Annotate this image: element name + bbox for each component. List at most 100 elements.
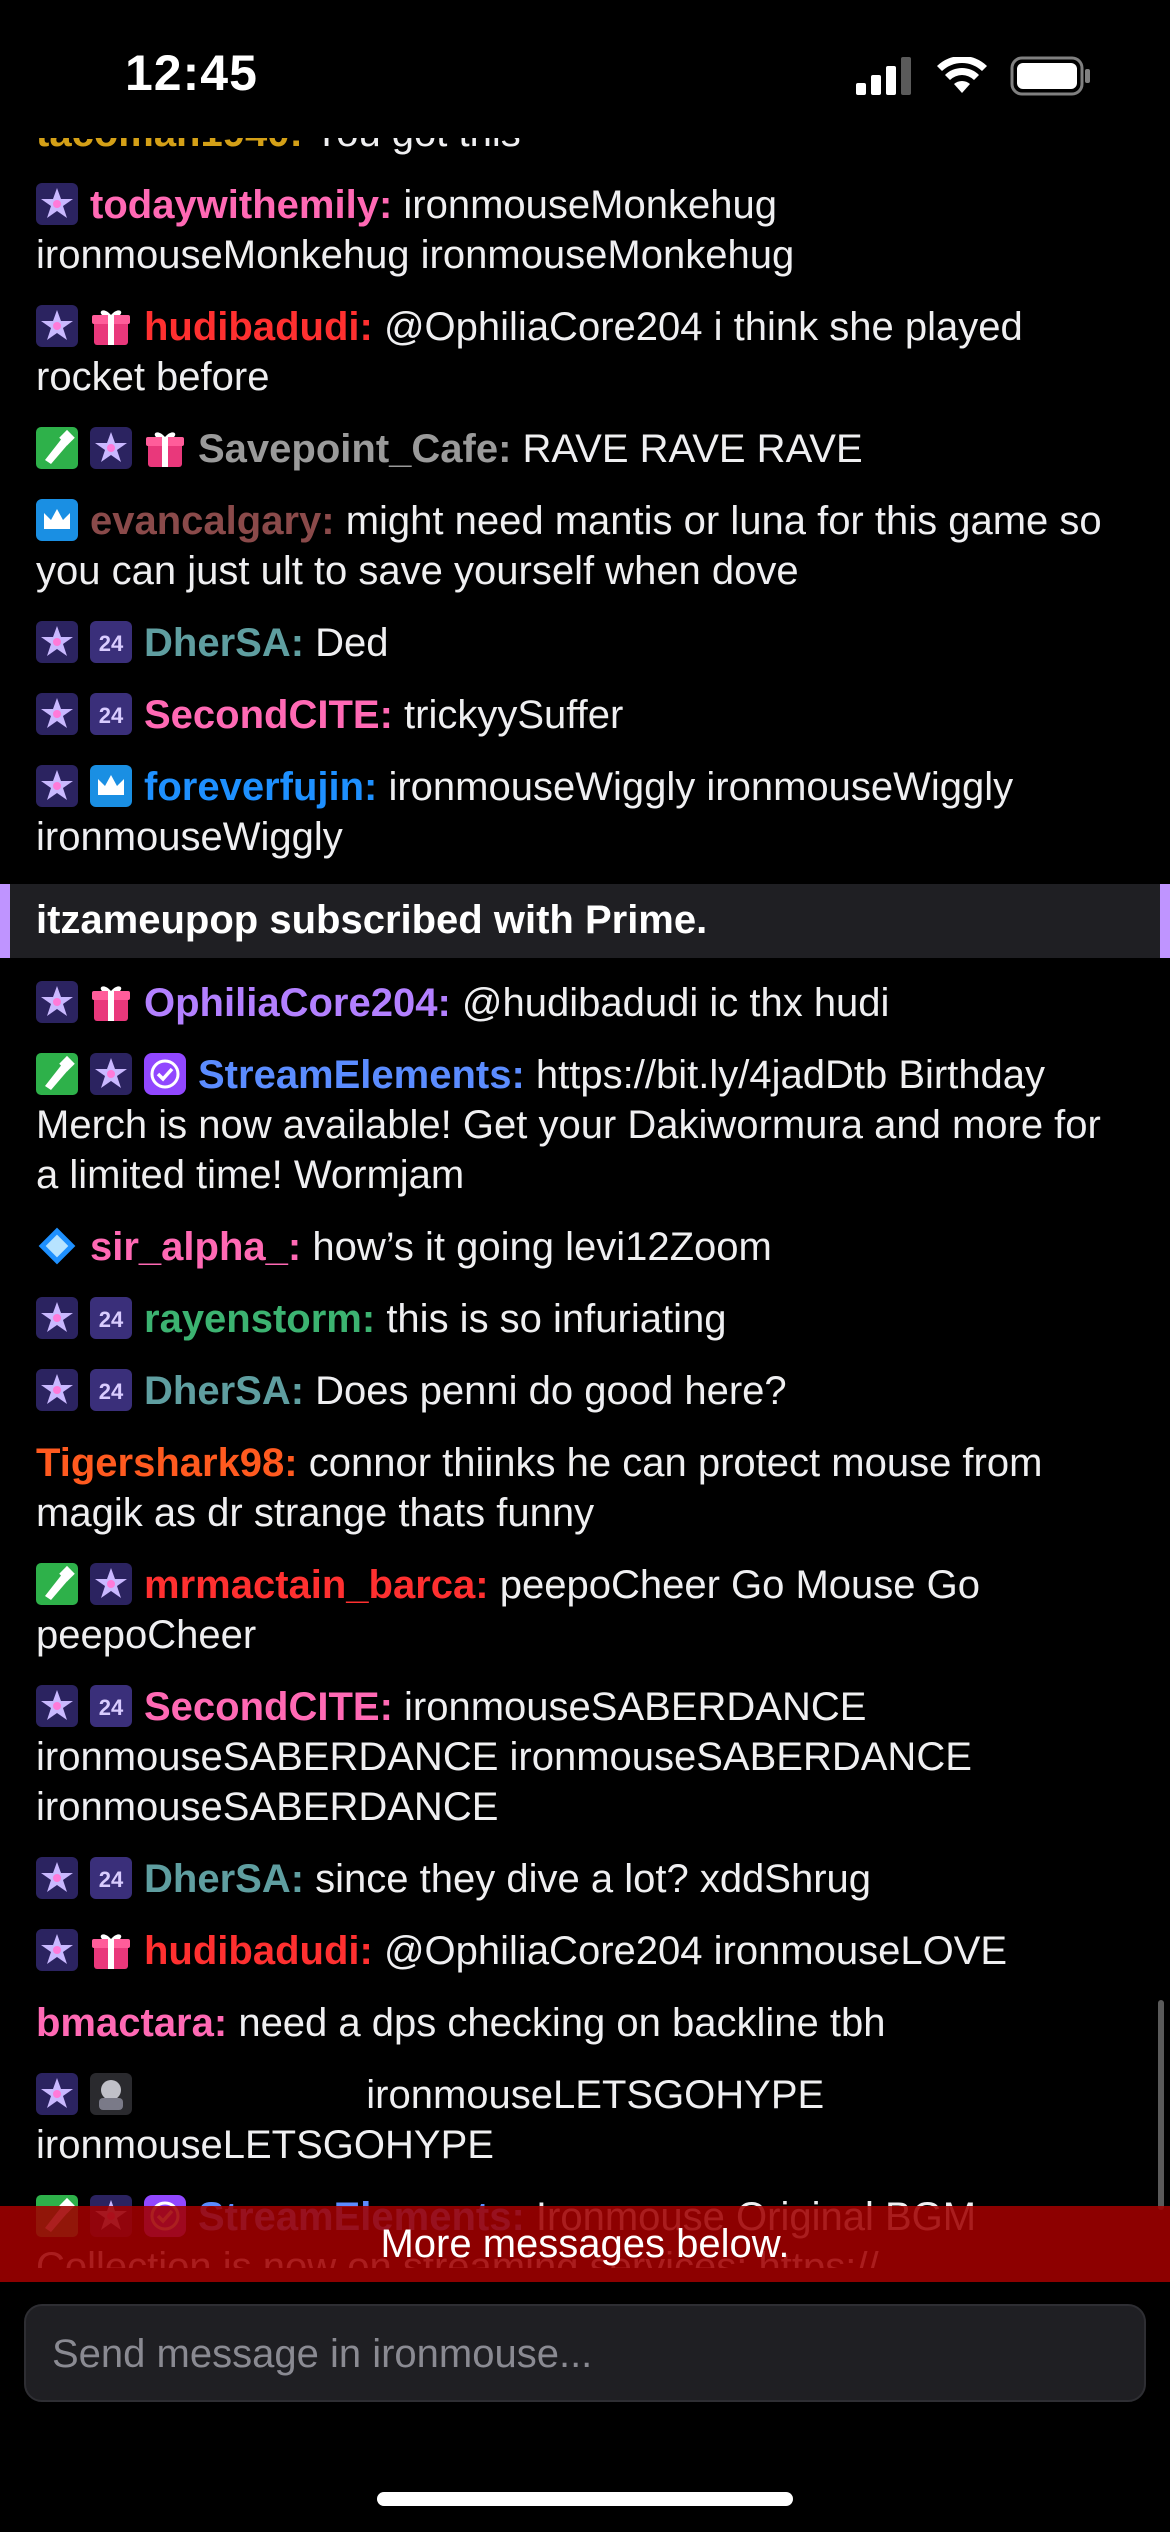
chat-username[interactable]: StreamElements: — [198, 1053, 525, 1097]
crown-icon[interactable] — [36, 499, 78, 541]
chat-message: ironmouseLETSGOHYPE ironmouseLETSGOHYPE — [0, 2070, 1170, 2170]
sub-badge-icon[interactable] — [36, 621, 78, 663]
vip-badge-icon[interactable] — [36, 1053, 78, 1095]
crown-icon[interactable] — [90, 765, 132, 807]
svg-text:24: 24 — [99, 1307, 124, 1332]
chat-username[interactable]: foreverfujin: — [144, 765, 377, 809]
gift-icon[interactable] — [144, 427, 186, 469]
anniversary-badge-icon[interactable]: 24 — [90, 1685, 132, 1727]
chat-input-box[interactable] — [24, 2304, 1146, 2402]
chat-message: 24 SecondCITE: trickyySuffer — [0, 690, 1170, 740]
chat-username[interactable]: DherSA: — [144, 1857, 304, 1901]
chat-message: StreamElements: https://bit.ly/4jadDtb B… — [0, 1050, 1170, 1200]
message-list: todaywithemily: ironmouseMonkehug ironmo… — [0, 180, 1170, 862]
sub-badge-icon[interactable] — [36, 2073, 78, 2115]
chat-message: sir_alpha_: how’s it going levi12Zoom — [0, 1222, 1170, 1272]
chat-username[interactable]: hudibadudi: — [144, 1929, 373, 1973]
vip-badge-icon[interactable] — [36, 1563, 78, 1605]
diamond-icon[interactable] — [36, 1225, 78, 1267]
chat-message: 24 DherSA: Does penni do good here? — [0, 1366, 1170, 1416]
chat-input-area — [0, 2282, 1170, 2532]
chat-feed[interactable]: tacoman1940: You got this todaywithemily… — [0, 138, 1170, 2268]
svg-text:24: 24 — [99, 1379, 124, 1404]
notice-accent-left — [0, 884, 10, 958]
subscription-notice: itzameupop subscribed with Prime. — [0, 884, 1170, 958]
home-indicator[interactable] — [377, 2492, 793, 2506]
chat-message: tacoman1940: You got this — [0, 138, 1170, 158]
chat-message: todaywithemily: ironmouseMonkehug ironmo… — [0, 180, 1170, 280]
sub-badge-icon[interactable] — [36, 1857, 78, 1899]
status-time: 12:45 — [125, 45, 258, 101]
sub-badge-icon[interactable] — [36, 305, 78, 347]
chat-text: this is so infuriating — [375, 1297, 727, 1341]
chat-message: hudibadudi: @OphiliaCore204 i think she … — [0, 302, 1170, 402]
chat-username[interactable]: mrmactain_barca: — [144, 1563, 489, 1607]
chat-message: bmactara: need a dps checking on backlin… — [0, 1998, 1170, 2048]
anniversary-badge-icon[interactable]: 24 — [90, 621, 132, 663]
sub-badge-icon[interactable] — [36, 765, 78, 807]
sub-badge-icon[interactable] — [36, 1297, 78, 1339]
chat-username[interactable]: SecondCITE: — [144, 693, 393, 737]
chat-username[interactable]: tacoman1940: — [36, 138, 303, 155]
notice-accent-right — [1160, 884, 1170, 958]
sub-badge-icon[interactable] — [90, 427, 132, 469]
more-messages-banner[interactable]: More messages below. — [0, 2206, 1170, 2282]
chat-message: 24 rayenstorm: this is so infuriating — [0, 1294, 1170, 1344]
chat-text: ironmouseLETSGOHYPE ironmouseLETSGOHYPE — [36, 2073, 836, 2167]
sub-badge-icon[interactable] — [90, 1563, 132, 1605]
svg-text:24: 24 — [99, 1867, 124, 1892]
wrestler-badge-icon[interactable] — [90, 2073, 132, 2115]
chat-message: 24 DherSA: Ded — [0, 618, 1170, 668]
chat-scrollbar[interactable] — [1158, 2000, 1164, 2210]
anniversary-badge-icon[interactable]: 24 — [90, 1369, 132, 1411]
chat-text: @hudibadudi ic thx hudi — [450, 981, 890, 1025]
status-icons — [856, 56, 1092, 96]
gift-icon[interactable] — [90, 305, 132, 347]
chat-message: mrmactain_barca: peepoCheer Go Mouse Go … — [0, 1560, 1170, 1660]
message-input[interactable] — [50, 2306, 1114, 2402]
chat-message: foreverfujin: ironmouseWiggly ironmouseW… — [0, 762, 1170, 862]
vip-badge-icon[interactable] — [36, 427, 78, 469]
message-list: OphiliaCore204: @hudibadudi ic thx hudi S… — [0, 978, 1170, 2268]
battery-icon — [1010, 56, 1090, 96]
chat-text: You got this — [303, 138, 521, 155]
subscription-notice-text: itzameupop subscribed with Prime. — [36, 898, 708, 942]
chat-username[interactable]: Tigershark98: — [36, 1441, 298, 1485]
anniversary-badge-icon[interactable]: 24 — [90, 1297, 132, 1339]
chat-username[interactable]: todaywithemily: — [90, 183, 392, 227]
chat-text: @OphiliaCore204 ironmouseLOVE — [372, 1929, 1008, 1973]
chat-username[interactable]: bmactara: — [36, 2001, 227, 2045]
cellular-signal-icon — [856, 57, 911, 95]
anniversary-badge-icon[interactable]: 24 — [90, 693, 132, 735]
chat-username[interactable]: sir_alpha_: — [90, 1225, 301, 1269]
chat-message: hudibadudi: @OphiliaCore204 ironmouseLOV… — [0, 1926, 1170, 1976]
chat-username[interactable]: DherSA: — [144, 621, 304, 665]
verified-icon[interactable] — [144, 1053, 186, 1095]
sub-badge-icon[interactable] — [90, 1053, 132, 1095]
chat-username[interactable]: Savepoint_Cafe: — [198, 427, 511, 471]
anniversary-badge-icon[interactable]: 24 — [90, 1857, 132, 1899]
gift-icon[interactable] — [90, 1929, 132, 1971]
sub-badge-icon[interactable] — [36, 183, 78, 225]
sub-badge-icon[interactable] — [36, 693, 78, 735]
chat-text: RAVE RAVE RAVE — [511, 427, 863, 471]
chat-username[interactable]: rayenstorm: — [144, 1297, 375, 1341]
sub-badge-icon[interactable] — [36, 1685, 78, 1727]
chat-username[interactable]: hudibadudi: — [144, 305, 373, 349]
chat-message: 24 DherSA: since they dive a lot? xddShru… — [0, 1854, 1170, 1904]
sub-badge-icon[interactable] — [36, 1369, 78, 1411]
svg-text:24: 24 — [99, 1695, 124, 1720]
svg-text:24: 24 — [99, 703, 124, 728]
chat-username[interactable]: DherSA: — [144, 1369, 304, 1413]
chat-message: Tigershark98: connor thiinks he can prot… — [0, 1438, 1170, 1538]
wifi-icon — [937, 57, 987, 93]
chat-username[interactable]: evancalgary: — [90, 499, 335, 543]
status-bar: 12:45 — [0, 0, 1170, 138]
chat-text: how’s it going levi12Zoom — [301, 1225, 772, 1269]
sub-badge-icon[interactable] — [36, 981, 78, 1023]
gift-icon[interactable] — [90, 981, 132, 1023]
chat-username[interactable]: SecondCITE: — [144, 1685, 393, 1729]
chat-text: since they dive a lot? xddShrug — [304, 1857, 872, 1901]
chat-username[interactable]: OphiliaCore204: — [144, 981, 451, 1025]
sub-badge-icon[interactable] — [36, 1929, 78, 1971]
